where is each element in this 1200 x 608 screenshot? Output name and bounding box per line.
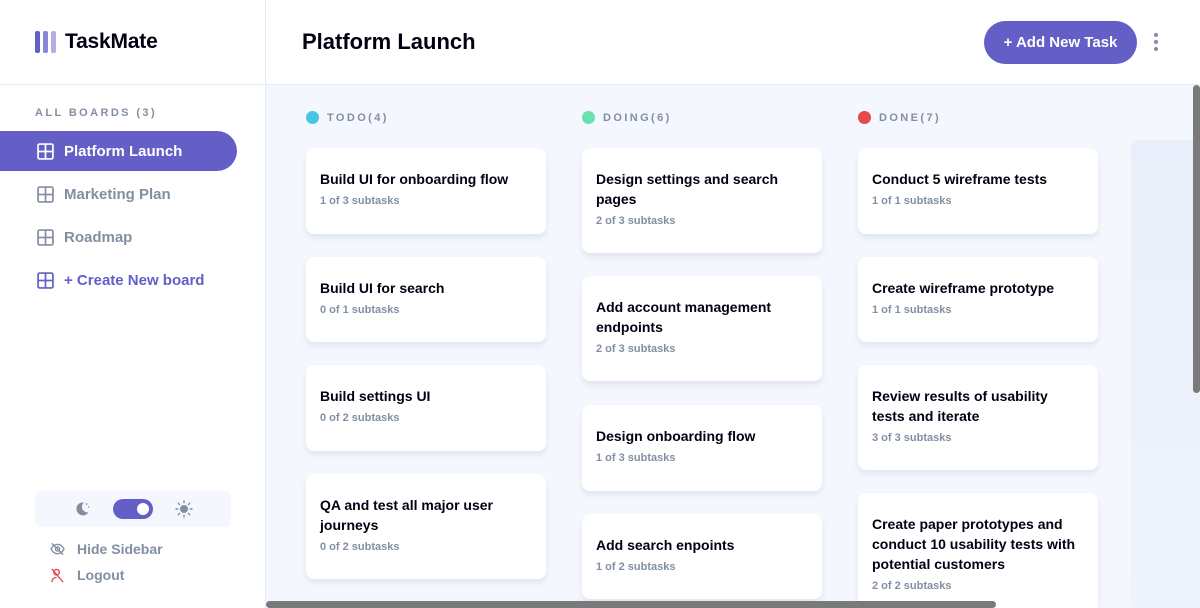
- sidebar-item-label: Roadmap: [64, 228, 133, 246]
- task-title: Build UI for onboarding flow: [320, 171, 509, 187]
- task-subtasks: 1 of 1 subtasks: [872, 304, 952, 316]
- status-dot: [858, 111, 871, 124]
- theme-switch[interactable]: [113, 499, 153, 519]
- logout-icon: [51, 568, 64, 582]
- task-title: Add search enpoints: [596, 537, 735, 553]
- moon-icon: [73, 500, 91, 518]
- create-board-label: + Create New board: [64, 271, 205, 289]
- sun-icon: [175, 500, 193, 518]
- theme-toggle: [35, 491, 231, 527]
- more-options-icon[interactable]: [1152, 33, 1160, 51]
- task-subtasks: 1 of 3 subtasks: [596, 452, 676, 464]
- logout-button[interactable]: Logout: [50, 567, 124, 583]
- task-card[interactable]: Create wireframe prototype 1 of 1 subtas…: [858, 257, 1098, 342]
- column-heading: DOING(6): [582, 111, 672, 124]
- sidebar-item-marketing-plan[interactable]: Marketing Plan: [0, 174, 237, 214]
- task-subtasks: 3 of 3 subtasks: [872, 432, 952, 444]
- task-subtasks: 0 of 2 subtasks: [320, 541, 400, 553]
- status-dot: [582, 111, 595, 124]
- board-icon: [37, 228, 54, 246]
- task-title: Design onboarding flow: [596, 428, 756, 444]
- sidebar-item-platform-launch[interactable]: Platform Launch: [0, 131, 237, 171]
- sidebar-item-label: Platform Launch: [64, 142, 183, 160]
- task-title: QA and test all major user journeys: [320, 497, 493, 533]
- task-title: Conduct 5 wireframe tests: [872, 171, 1048, 187]
- app-name: TaskMate: [65, 30, 158, 53]
- column-title: DOING(6): [603, 111, 672, 124]
- task-title: Build UI for search: [320, 280, 445, 296]
- task-card[interactable]: QA and test all major user journeys 0 of…: [306, 474, 546, 579]
- new-column-placeholder[interactable]: [1131, 140, 1200, 608]
- logout-label: Logout: [77, 567, 125, 583]
- task-title: Design settings and search pages: [596, 171, 779, 207]
- task-card[interactable]: Design onboarding flow 1 of 3 subtasks: [582, 405, 822, 491]
- task-card[interactable]: Create paper prototypes and conduct 10 u…: [858, 493, 1098, 608]
- task-card[interactable]: Build UI for search 0 of 1 subtasks: [306, 257, 546, 342]
- column-title: DONE(7): [879, 111, 942, 124]
- task-card[interactable]: Review results of usability tests and it…: [858, 365, 1098, 470]
- task-title: Create wireframe prototype: [872, 280, 1055, 296]
- sidebar-item-roadmap[interactable]: Roadmap: [0, 217, 237, 257]
- task-card[interactable]: Build settings UI 0 of 2 subtasks: [306, 365, 546, 451]
- column-title: TODO(4): [327, 111, 389, 124]
- task-title: Create paper prototypes and conduct 10 u…: [872, 516, 1076, 572]
- create-board-button[interactable]: + Create New board: [0, 260, 237, 300]
- task-subtasks: 0 of 1 subtasks: [320, 304, 400, 316]
- task-card[interactable]: Add account management endpoints 2 of 3 …: [582, 276, 822, 381]
- board-icon: [37, 185, 54, 203]
- status-dot: [306, 111, 319, 124]
- horizontal-scrollbar-thumb[interactable]: [266, 601, 996, 608]
- task-subtasks: 1 of 1 subtasks: [872, 195, 952, 207]
- add-new-task-button[interactable]: + Add New Task: [984, 21, 1137, 64]
- board: TODO(4) Build UI for onboarding flow 1 o…: [266, 85, 1200, 608]
- sidebar: TaskMate ALL BOARDS (3) Platform Launch …: [0, 0, 266, 608]
- logo-icon: [35, 31, 56, 53]
- task-subtasks: 1 of 3 subtasks: [320, 195, 400, 207]
- task-subtasks: 2 of 3 subtasks: [596, 215, 676, 227]
- task-card[interactable]: Add search enpoints 1 of 2 subtasks: [582, 514, 822, 599]
- switch-knob: [137, 503, 149, 515]
- task-subtasks: 0 of 2 subtasks: [320, 412, 400, 424]
- page-title: Platform Launch: [302, 29, 476, 54]
- eye-slash-icon: [50, 542, 65, 556]
- sidebar-item-label: Marketing Plan: [64, 185, 171, 203]
- vertical-scrollbar-thumb[interactable]: [1193, 85, 1200, 393]
- task-title: Build settings UI: [320, 388, 431, 404]
- vertical-scrollbar[interactable]: [1193, 85, 1200, 608]
- task-subtasks: 1 of 2 subtasks: [596, 561, 676, 573]
- board-icon: [37, 271, 54, 289]
- task-title: Add account management endpoints: [596, 299, 772, 335]
- hide-sidebar-button[interactable]: Hide Sidebar: [50, 541, 163, 557]
- header: Platform Launch + Add New Task: [266, 0, 1200, 85]
- column-heading: DONE(7): [858, 111, 941, 124]
- boards-heading: ALL BOARDS (3): [35, 107, 158, 119]
- task-card[interactable]: Design settings and search pages 2 of 3 …: [582, 148, 822, 253]
- task-card[interactable]: Conduct 5 wireframe tests 1 of 1 subtask…: [858, 148, 1098, 234]
- task-card[interactable]: Build UI for onboarding flow 1 of 3 subt…: [306, 148, 546, 234]
- task-subtasks: 2 of 3 subtasks: [596, 343, 676, 355]
- logo: TaskMate: [0, 0, 265, 85]
- column-heading: TODO(4): [306, 111, 389, 124]
- task-title: Review results of usability tests and it…: [872, 388, 1048, 424]
- task-subtasks: 2 of 2 subtasks: [872, 580, 952, 592]
- hide-sidebar-label: Hide Sidebar: [77, 541, 163, 557]
- board-icon: [37, 142, 54, 160]
- board-list: Platform Launch Marketing Plan Roadmap +…: [0, 131, 265, 300]
